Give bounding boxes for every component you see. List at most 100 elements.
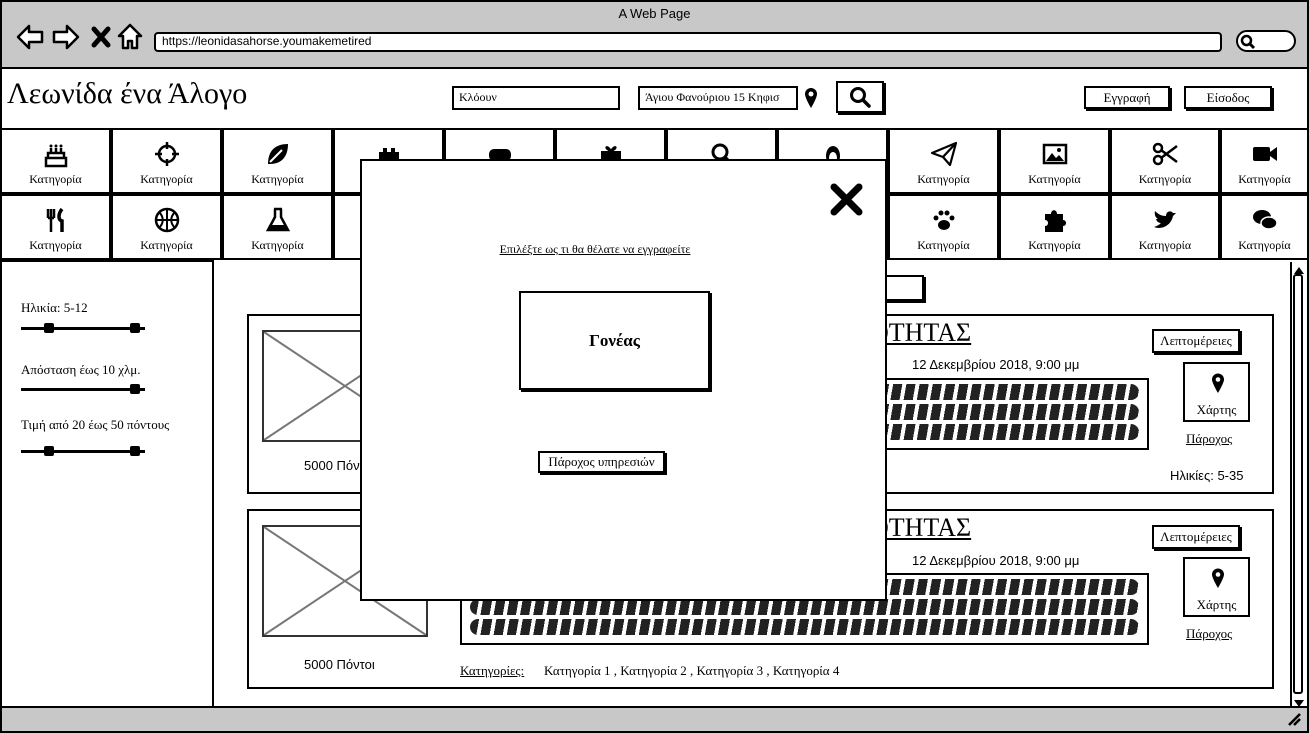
categories-label: Κατηγορίες:	[460, 663, 525, 678]
flask-icon	[265, 207, 290, 232]
distance-filter-label: Απόσταση έως 10 χλμ.	[21, 362, 141, 377]
category-label: Κατηγορία	[1138, 172, 1192, 186]
category-label: Κατηγορία	[29, 172, 82, 186]
close-tab-icon[interactable]	[90, 25, 112, 49]
details-button[interactable]: Λεπτομέρειες	[1152, 525, 1240, 549]
scissors-icon	[1152, 142, 1178, 166]
paw-icon	[933, 210, 954, 230]
image-icon	[1042, 143, 1067, 165]
result-date: 12 Δεκεμβρίου 2018, 9:00 μμ	[912, 357, 1080, 372]
category-label: Κατηγορία	[29, 238, 82, 252]
result-date: 12 Δεκεμβρίου 2018, 9:00 μμ	[912, 553, 1080, 568]
details-button[interactable]: Λεπτομέρειες	[1152, 329, 1240, 353]
category-tile[interactable]: Κατηγορία	[111, 128, 222, 194]
category-tile[interactable]: Κατηγορία	[0, 194, 111, 260]
category-label: Κατηγορία	[140, 172, 193, 186]
search-location-value: Άγιου Φανούριου 15 Κηφισ	[645, 90, 780, 104]
back-icon[interactable]	[16, 24, 44, 50]
age-filter-label: Ηλικία: 5-12	[21, 300, 88, 315]
map-pin-icon	[1212, 568, 1224, 588]
result-points: 5000 Πόντοι	[304, 657, 375, 672]
category-tile[interactable]: Κατηγορία	[1110, 128, 1220, 194]
modal-prompt: Επιλέξτε ως τι θα θέλατε να εγγραφείτε	[499, 242, 691, 256]
categories-list[interactable]: Κατηγορία 1 , Κατηγορία 2 , Κατηγορία 3 …	[544, 663, 839, 679]
map-button[interactable]: Χάρτης	[1183, 557, 1250, 617]
category-tile[interactable]: Κατηγορία	[1110, 194, 1220, 260]
crosshair-icon	[154, 142, 179, 166]
category-tile[interactable]: Κατηγορία	[222, 128, 333, 194]
description-scribble-line	[470, 599, 1139, 615]
provider-link[interactable]: Πάροχος	[1186, 431, 1232, 447]
wechat-icon	[1252, 210, 1278, 230]
browser-status-bar	[2, 706, 1307, 731]
service-provider-button[interactable]: Πάροχος υπηρεσιών	[538, 451, 665, 473]
puzzle-icon	[1044, 210, 1066, 232]
search-name-input[interactable]: Κλόουν	[452, 86, 620, 110]
category-label: Κατηγορία	[917, 172, 970, 186]
close-icon[interactable]	[829, 182, 864, 217]
scroll-up-arrow-icon[interactable]	[1293, 262, 1305, 274]
search-button[interactable]	[836, 81, 884, 113]
browser-search-icon	[1240, 34, 1256, 50]
price-filter-label: Τιμή από 20 έως 50 πόντους	[21, 417, 170, 432]
category-tile[interactable]: Κατηγορία	[1220, 128, 1309, 194]
map-label: Χάρτης	[1196, 402, 1237, 417]
result-ages: Ηλικίες: 5-35	[1170, 468, 1244, 483]
paper-plane-icon	[930, 141, 957, 167]
category-label: Κατηγορία	[140, 238, 193, 252]
description-scribble-line	[470, 619, 1139, 635]
category-label: Κατηγορία	[251, 238, 304, 252]
category-tile[interactable]: Κατηγορία	[999, 194, 1110, 260]
category-tile[interactable]: Κατηγορία	[111, 194, 222, 260]
twitter-icon	[1154, 211, 1176, 228]
category-tile[interactable]: Κατηγορία	[0, 128, 111, 194]
video-camera-icon	[1252, 147, 1277, 161]
search-icon	[850, 87, 871, 108]
map-label: Χάρτης	[1196, 597, 1237, 612]
window-title: A Web Page	[618, 6, 691, 21]
category-label: Κατηγορία	[917, 238, 970, 252]
category-tile[interactable]: Κατηγορία	[888, 128, 999, 194]
scroll-thumb[interactable]	[1293, 274, 1303, 694]
price-slider-min-handle[interactable]	[44, 446, 54, 456]
home-icon[interactable]	[117, 22, 143, 50]
search-location-input[interactable]: Άγιου Φανούριου 15 Κηφισ	[638, 86, 798, 110]
utensils-icon	[46, 207, 64, 232]
description-scribble-line	[880, 424, 1139, 440]
description-scribble-line	[880, 384, 1139, 400]
category-label: Κατηγορία	[1138, 238, 1192, 252]
category-label: Κατηγορία	[1028, 172, 1081, 186]
category-tile[interactable]: Κατηγορία	[888, 194, 999, 260]
url-text: https://leonidasahorse.youmakemetired	[162, 34, 372, 48]
price-slider-track[interactable]	[21, 450, 145, 453]
age-slider-track[interactable]	[21, 327, 145, 330]
search-name-value: Κλόουν	[459, 90, 497, 104]
distance-slider-track[interactable]	[21, 388, 145, 391]
login-button[interactable]: Είσοδος	[1184, 86, 1272, 109]
age-slider-max-handle[interactable]	[130, 323, 140, 333]
map-pin-icon	[1212, 373, 1224, 393]
register-button[interactable]: Εγγραφή	[1084, 86, 1170, 109]
age-slider-min-handle[interactable]	[44, 323, 54, 333]
description-scribble-line	[880, 404, 1139, 420]
leaf-icon	[267, 144, 288, 164]
parent-button[interactable]: Γονέας	[519, 291, 710, 390]
basketball-icon	[154, 207, 179, 233]
location-pin-icon[interactable]	[803, 86, 819, 110]
provider-link[interactable]: Πάροχος	[1186, 626, 1232, 642]
price-slider-max-handle[interactable]	[130, 446, 140, 456]
result-description	[872, 378, 1149, 450]
distance-slider-handle[interactable]	[130, 384, 140, 394]
map-button[interactable]: Χάρτης	[1183, 362, 1250, 422]
category-tile[interactable]: Κατηγορία	[1220, 194, 1309, 260]
category-label: Κατηγορία	[1238, 172, 1291, 186]
scroll-down-arrow-icon[interactable]	[1293, 696, 1305, 707]
forward-icon[interactable]	[52, 24, 80, 50]
category-tile[interactable]: Κατηγορία	[999, 128, 1110, 194]
site-logo[interactable]: Λεωνίδα ένα Άλογο	[7, 77, 247, 111]
resize-grip-icon[interactable]	[1286, 711, 1302, 727]
cake-icon	[44, 144, 67, 168]
category-label: Κατηγορία	[1238, 238, 1291, 252]
category-label: Κατηγορία	[251, 172, 304, 186]
category-tile[interactable]: Κατηγορία	[222, 194, 333, 260]
